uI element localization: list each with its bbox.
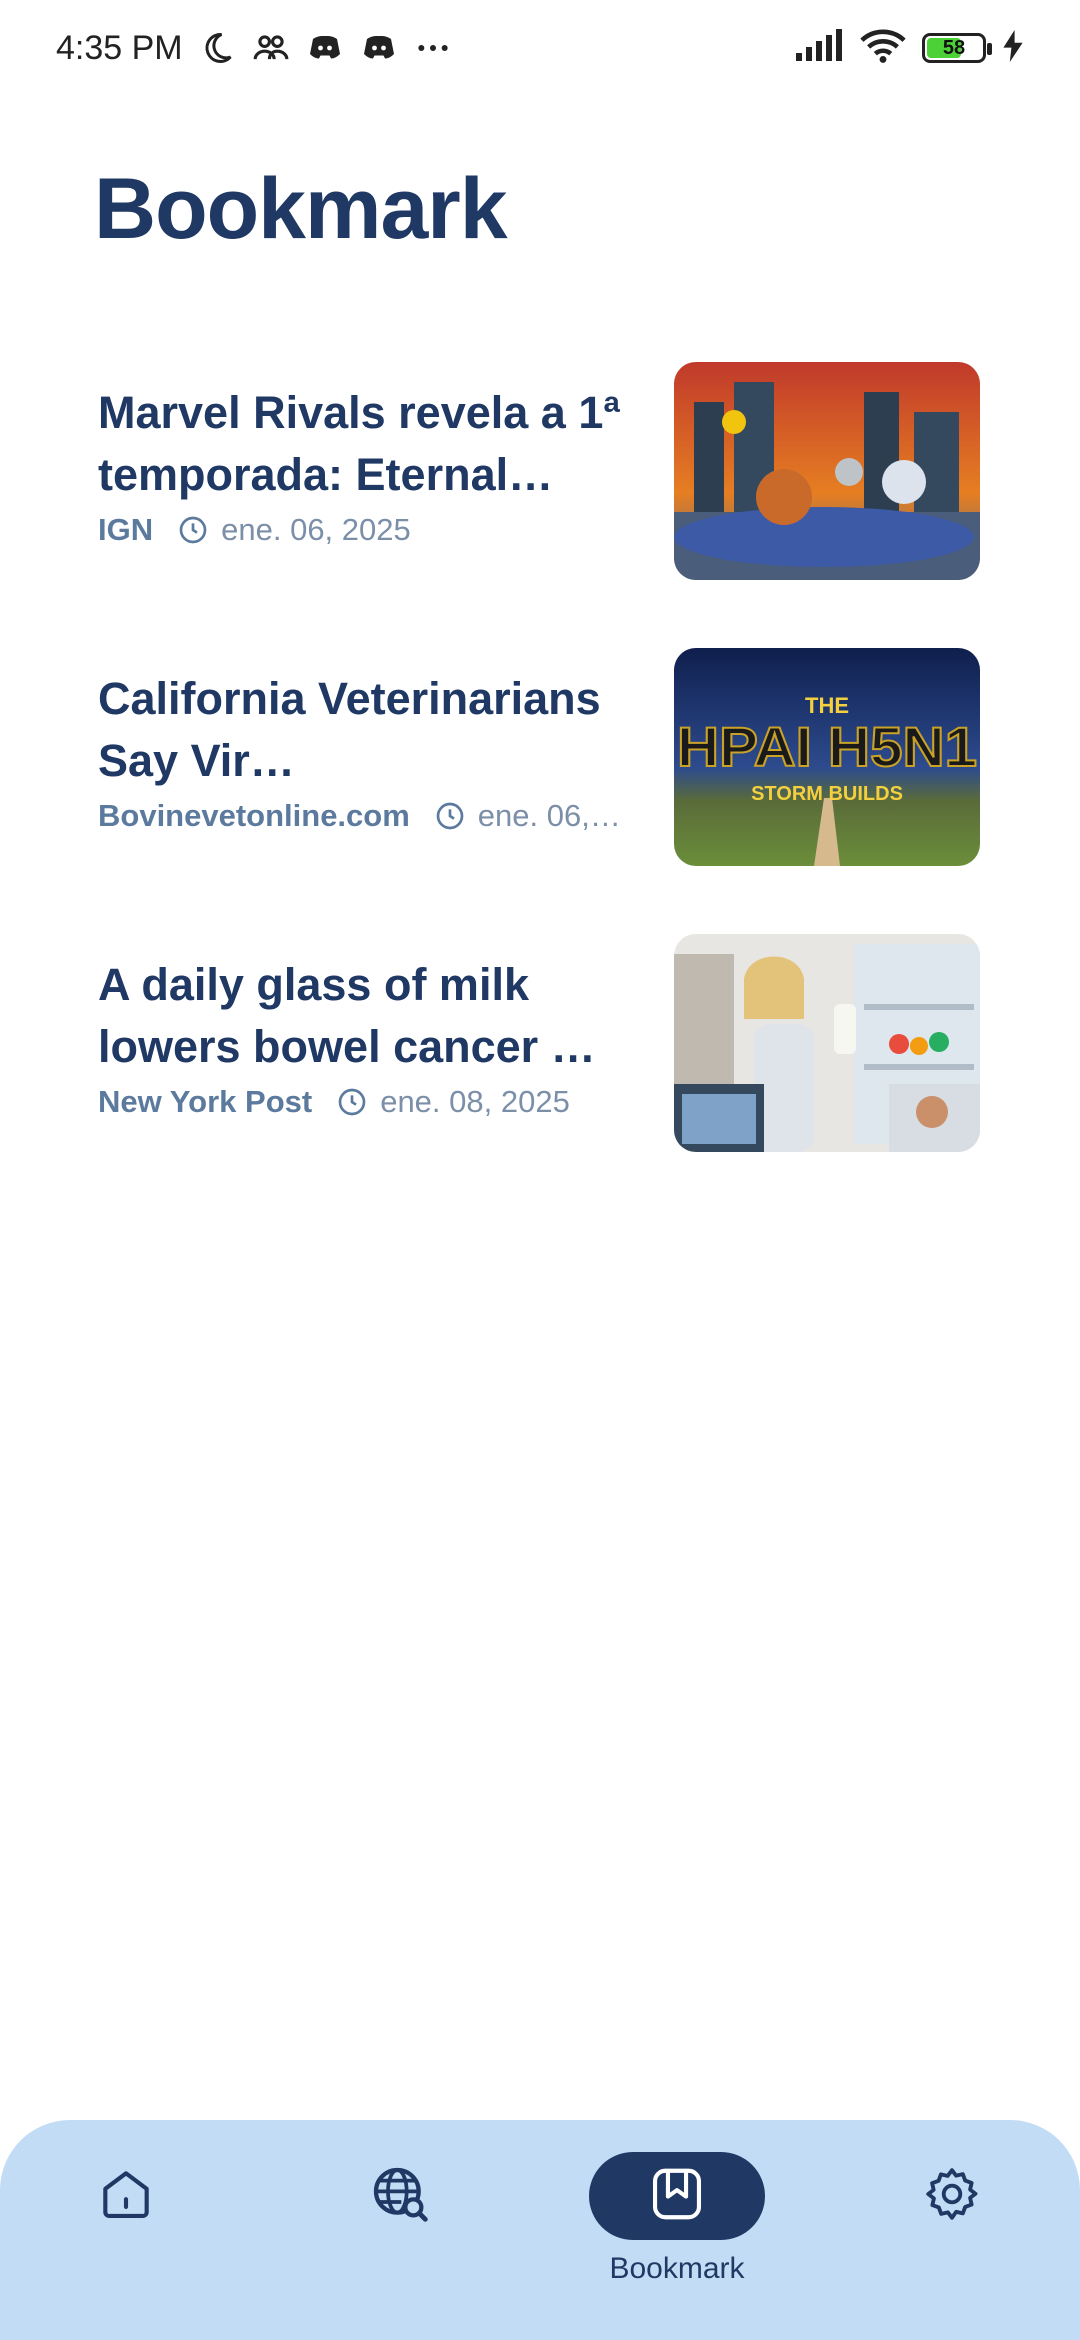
status-bar: 4:35 PM 58	[0, 0, 1080, 96]
more-dots-icon	[413, 28, 453, 68]
article-meta: Bovinevetonline.com ene. 06, …	[98, 798, 628, 834]
status-left: 4:35 PM	[56, 28, 453, 68]
nav-home[interactable]	[38, 2152, 214, 2302]
article-source: Bovinevetonline.com	[98, 798, 410, 833]
article-title: Marvel Rivals revela a 1ª temporada: Ete…	[98, 387, 621, 500]
bottom-navigation: Bookmark	[0, 2120, 1080, 2340]
milk-fridge-thumbnail	[674, 934, 980, 1152]
charging-icon	[1002, 29, 1024, 67]
thumbnail-text-bottom: STORM BUILDS	[751, 783, 903, 805]
article-source: New York Post	[98, 1084, 313, 1119]
bookmark-card[interactable]: California Veterinarians Say Vir… Bovine…	[0, 648, 1080, 868]
article-title: A daily glass of milk lowers bowel cance…	[98, 959, 596, 1072]
status-right: 58	[794, 28, 1024, 69]
nav-explore-pill	[312, 2152, 488, 2240]
people-icon	[251, 28, 291, 68]
article-title: California Veterinarians Say Vir…	[98, 673, 601, 786]
moon-icon	[197, 28, 237, 68]
bookmark-card[interactable]: A daily glass of milk lowers bowel cance…	[0, 934, 1080, 1154]
discord-icon	[305, 28, 345, 68]
article-date: ene. 06, …	[477, 798, 628, 833]
nav-bookmark-pill	[589, 2152, 765, 2240]
nav-settings[interactable]	[864, 2152, 1040, 2302]
globe-search-icon	[368, 2162, 432, 2231]
article-date: ene. 06, 2025	[221, 512, 411, 547]
gear-icon	[921, 2163, 983, 2230]
clock-icon	[177, 514, 209, 546]
clock-icon	[336, 1086, 368, 1118]
article-date: ene. 08, 2025	[380, 1084, 570, 1119]
bookmark-card[interactable]: Marvel Rivals revela a 1ª temporada: Ete…	[0, 362, 1080, 582]
discord-icon	[359, 28, 399, 68]
home-icon	[95, 2163, 157, 2230]
signal-icon	[794, 28, 844, 68]
nav-settings-pill	[864, 2152, 1040, 2240]
nav-explore[interactable]	[312, 2152, 488, 2302]
status-time: 4:35 PM	[56, 28, 183, 67]
wifi-icon	[860, 28, 906, 69]
article-meta: New York Post ene. 08, 2025	[98, 1084, 628, 1120]
article-source: IGN	[98, 512, 154, 547]
nav-bookmark[interactable]: Bookmark	[589, 2152, 765, 2302]
bookmark-icon	[646, 2163, 708, 2230]
battery-icon: 58	[922, 33, 992, 63]
marvel-rivals-thumbnail	[674, 362, 980, 580]
clock-icon	[434, 800, 466, 832]
battery-level: 58	[942, 36, 966, 59]
article-meta: IGN ene. 06, 2025	[98, 512, 628, 548]
hpai-h5n1-storm-thumbnail: THE HPAI H5N1 STORM BUILDS	[674, 648, 980, 866]
thumbnail-text-main: HPAI H5N1	[677, 715, 977, 778]
nav-home-pill	[38, 2152, 214, 2240]
page-title: Bookmark	[94, 161, 508, 257]
nav-bookmark-label: Bookmark	[609, 2252, 745, 2285]
